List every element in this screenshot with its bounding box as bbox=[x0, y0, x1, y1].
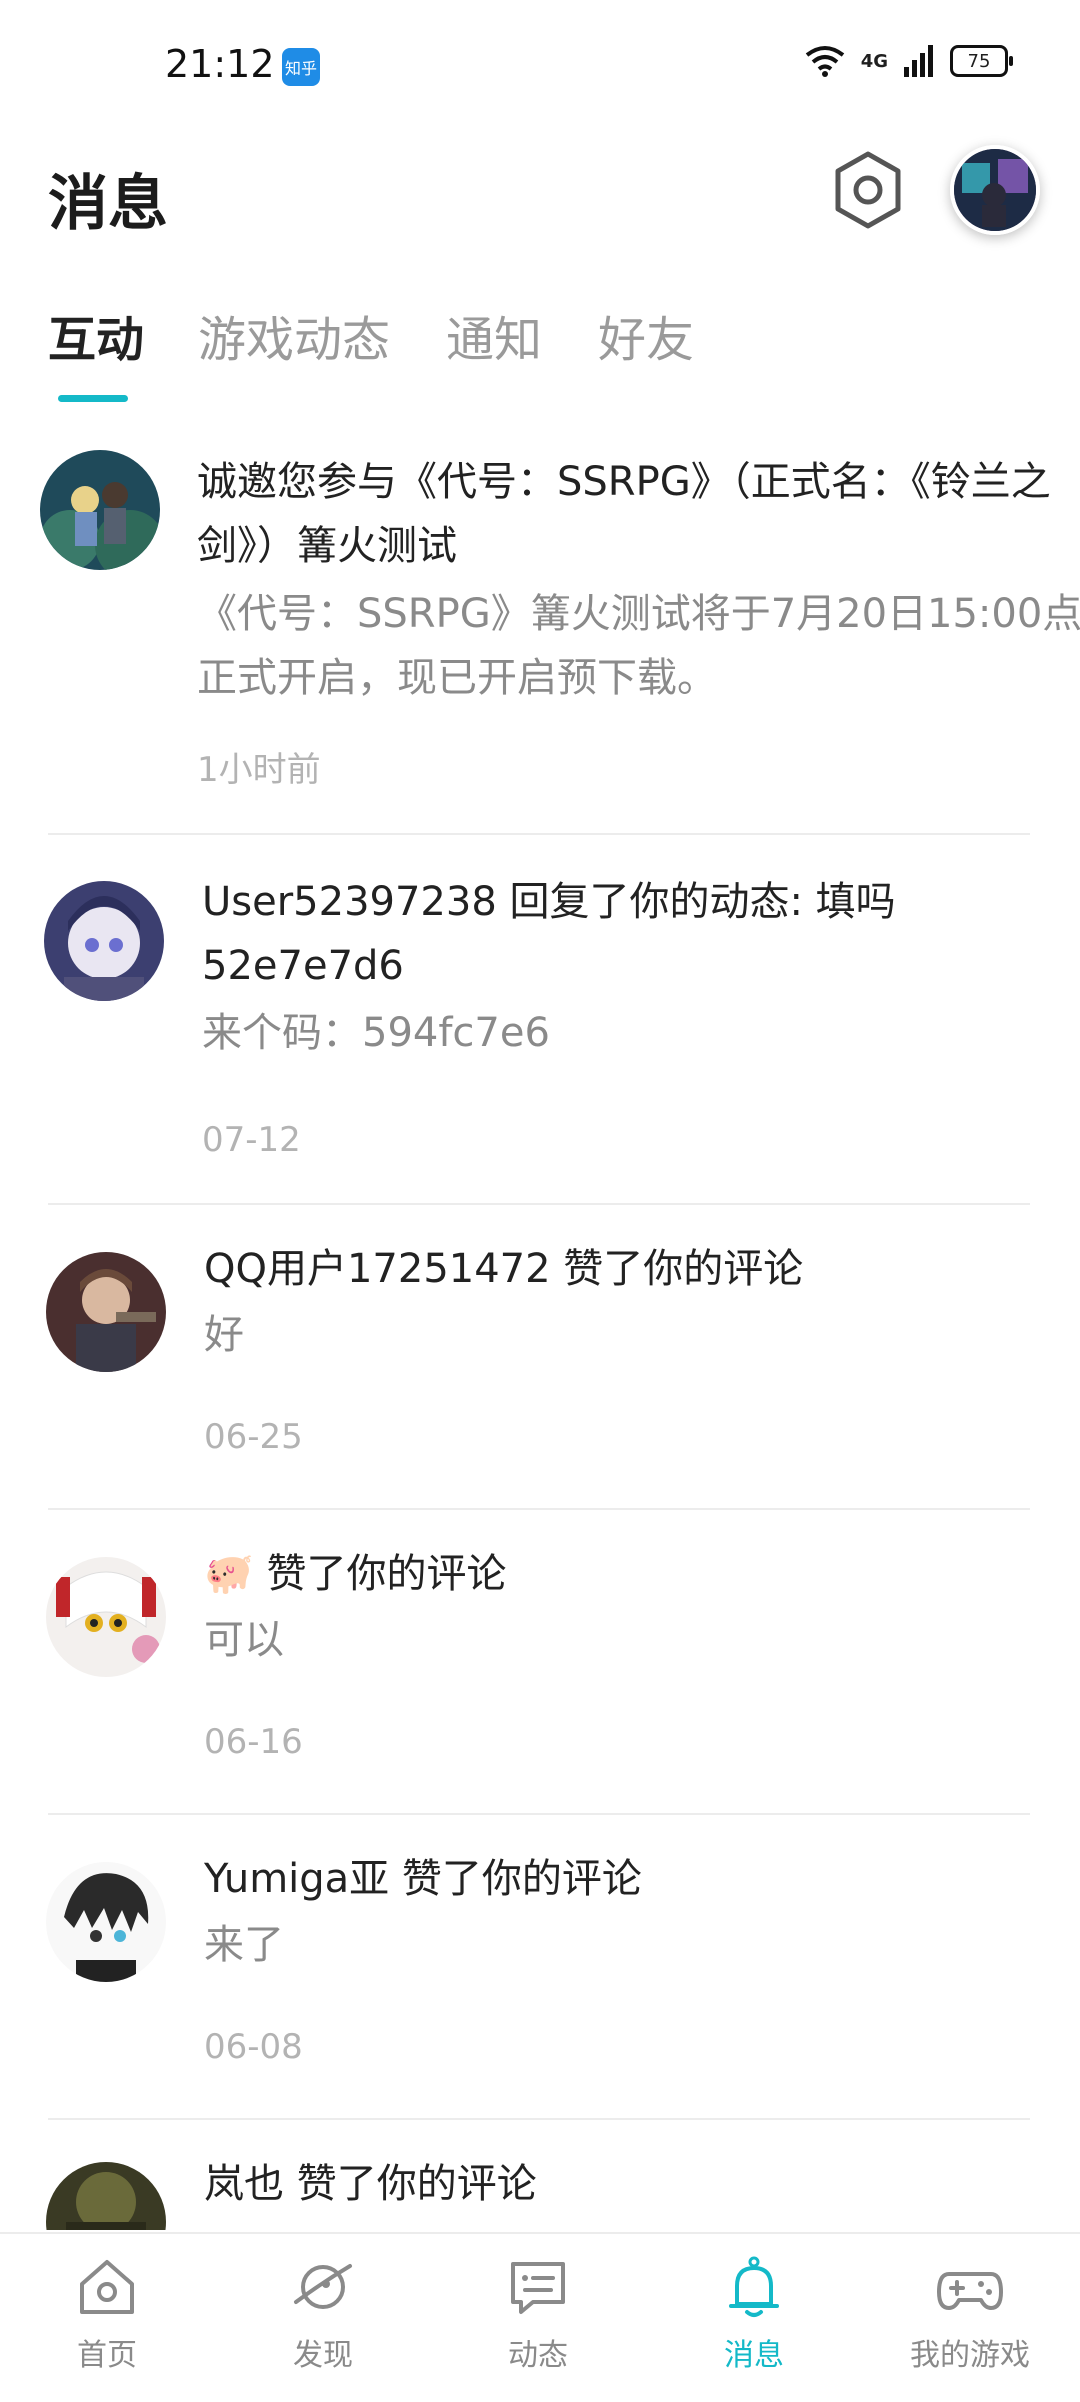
list-item[interactable]: 🐖 赞了你的评论 可以 06-16 bbox=[0, 1510, 1080, 1813]
message-title: User52397238 回复了你的动态: 填吗 52e7e7d6 bbox=[202, 879, 896, 989]
header: 消息 bbox=[0, 145, 1080, 255]
nav-messages[interactable]: 消息 bbox=[674, 2252, 834, 2374]
avatar-image bbox=[46, 1252, 166, 1372]
nav-label: 消息 bbox=[724, 2338, 784, 2373]
tab-notifications[interactable]: 通知 bbox=[446, 300, 542, 370]
message-body: 《代号：SSRPG》篝火测试将于7月20日15:00点正式开启，现已开启预下载。 bbox=[197, 591, 1080, 701]
chat-icon bbox=[511, 2262, 565, 2314]
message-body: 来了 bbox=[204, 1922, 284, 1968]
avatar bbox=[46, 1862, 166, 1982]
bell-icon bbox=[729, 2256, 779, 2317]
nav-label: 发现 bbox=[293, 2338, 353, 2373]
avatar bbox=[44, 881, 164, 1001]
status-indicators: 4G 75 bbox=[805, 45, 1013, 77]
list-item[interactable]: 岚也 赞了你的评论 bbox=[0, 2120, 1080, 2230]
wifi-icon bbox=[805, 46, 844, 77]
message-time: 06-25 bbox=[204, 1417, 303, 1457]
signal-icon bbox=[904, 45, 933, 77]
list-item[interactable]: 诚邀您参与《代号：SSRPG》（正式名：《铃兰之剑》）篝火测试 《代号：SSRP… bbox=[0, 430, 1080, 835]
message-title: QQ用户17251472 赞了你的评论 bbox=[204, 1246, 804, 1292]
list-item[interactable]: Yumiga亚 赞了你的评论 来了 06-08 bbox=[0, 1815, 1080, 2118]
avatar-image bbox=[46, 1557, 166, 1677]
nav-discover[interactable]: 发现 bbox=[243, 2252, 403, 2374]
avatar bbox=[40, 450, 160, 570]
avatar-image bbox=[40, 450, 160, 570]
avatar bbox=[46, 2162, 166, 2230]
nav-home[interactable]: 首页 bbox=[27, 2252, 187, 2374]
message-body: 来个码：594fc7e6 bbox=[202, 1010, 550, 1056]
planet-icon bbox=[294, 2264, 352, 2309]
message-time: 06-16 bbox=[204, 1722, 303, 1762]
avatar bbox=[46, 1252, 166, 1372]
nav-label: 首页 bbox=[77, 2338, 137, 2373]
tab-game-updates[interactable]: 游戏动态 bbox=[198, 300, 390, 370]
avatar-image bbox=[46, 1862, 166, 1982]
status-bar: 21:12 知乎 4G 75 bbox=[0, 0, 1080, 130]
network-label: 4G bbox=[860, 50, 888, 72]
list-item[interactable]: QQ用户17251472 赞了你的评论 好 06-25 bbox=[0, 1205, 1080, 1508]
tab-friends[interactable]: 好友 bbox=[598, 300, 694, 370]
message-title: 诚邀您参与《代号：SSRPG》（正式名：《铃兰之剑》）篝火测试 bbox=[197, 459, 1051, 569]
avatar bbox=[46, 1557, 166, 1677]
battery-indicator: 75 bbox=[950, 45, 1013, 77]
page-title: 消息 bbox=[48, 169, 168, 239]
tab-interaction[interactable]: 互动 bbox=[48, 300, 144, 370]
message-list: 诚邀您参与《代号：SSRPG》（正式名：《铃兰之剑》）篝火测试 《代号：SSRP… bbox=[0, 430, 1080, 2230]
message-title: 岚也 赞了你的评论 bbox=[204, 2161, 537, 2207]
home-icon bbox=[80, 2260, 134, 2314]
message-title: Yumiga亚 赞了你的评论 bbox=[204, 1856, 642, 1902]
tab-bar: 互动 游戏动态 通知 好友 bbox=[0, 300, 1080, 410]
message-body: 可以 bbox=[204, 1617, 284, 1663]
list-item[interactable]: User52397238 回复了你的动态: 填吗 52e7e7d6 来个码：59… bbox=[0, 835, 1080, 1203]
nav-feed[interactable]: 动态 bbox=[458, 2252, 618, 2374]
bottom-nav: 首页 发现 动态 消息 我的游戏 bbox=[0, 2232, 1080, 2402]
message-time: 07-12 bbox=[202, 1120, 301, 1160]
message-time: 06-08 bbox=[204, 2027, 303, 2067]
avatar-image bbox=[46, 2162, 166, 2230]
avatar-image bbox=[44, 881, 164, 1001]
message-title: 🐖 赞了你的评论 bbox=[204, 1551, 507, 1597]
gamepad-icon bbox=[937, 2272, 1003, 2310]
settings-button[interactable] bbox=[832, 150, 904, 230]
nav-label: 动态 bbox=[508, 2338, 568, 2373]
avatar-image bbox=[954, 149, 1036, 231]
active-tab-indicator bbox=[58, 395, 128, 402]
nav-my-games[interactable]: 我的游戏 bbox=[890, 2252, 1050, 2374]
status-time: 21:12 bbox=[165, 42, 275, 86]
zhihu-app-icon: 知乎 bbox=[282, 48, 320, 86]
user-avatar[interactable] bbox=[950, 145, 1040, 235]
nav-label: 我的游戏 bbox=[910, 2338, 1030, 2373]
message-body: 好 bbox=[204, 1312, 244, 1358]
message-time: 1小时前 bbox=[197, 750, 321, 790]
